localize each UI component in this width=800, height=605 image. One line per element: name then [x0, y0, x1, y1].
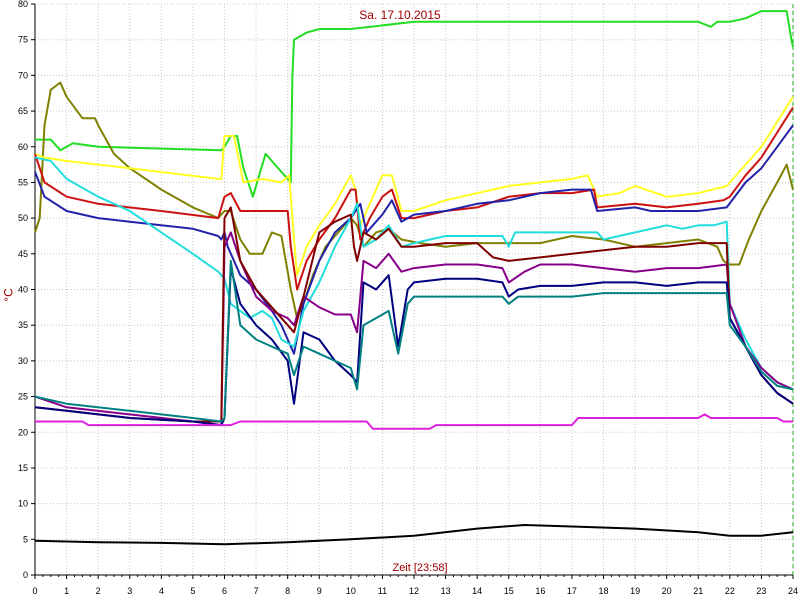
y-tick-label: 60	[18, 142, 28, 152]
y-tick-label: 5	[23, 534, 28, 544]
x-tick-label: 23	[756, 586, 766, 596]
x-tick-label: 10	[346, 586, 356, 596]
x-tick-label: 5	[190, 586, 195, 596]
x-tick-label: 16	[535, 586, 545, 596]
plot-area: 051015202530354045505560657075800 1 2 3 4 5 6 7…	[18, 0, 798, 596]
y-axis-label: °C	[1, 288, 16, 302]
y-tick-label: 30	[18, 356, 28, 366]
x-tick-label: 3	[127, 586, 132, 596]
y-tick-label: 10	[18, 499, 28, 509]
series-line-8	[34, 206, 794, 423]
x-tick-label: 21	[693, 586, 703, 596]
y-tick-label: 20	[18, 427, 28, 437]
chart-title: Sa. 17.10.2015	[359, 8, 441, 22]
y-tick-label: 40	[18, 285, 28, 295]
x-tick-label: 13	[441, 586, 451, 596]
x-tick-label: 24	[788, 586, 798, 596]
x-axis-label: Zeit [23:58]	[392, 562, 448, 574]
y-tick-label: 45	[18, 249, 28, 259]
y-tick-label: 65	[18, 106, 28, 116]
x-tick-label: 2	[96, 586, 101, 596]
x-tick-label: 17	[567, 586, 577, 596]
x-tick-label: 15	[504, 586, 514, 596]
x-tick-label: 12	[409, 586, 419, 596]
x-tick-label: 4	[159, 586, 164, 596]
x-tick-label: 20	[662, 586, 672, 596]
y-tick-label: 25	[18, 392, 28, 402]
x-tick-label: 22	[725, 586, 735, 596]
x-tick-label: 14	[472, 586, 482, 596]
y-tick-label: 50	[18, 213, 28, 223]
x-tick-label: 6	[222, 586, 227, 596]
x-tick-label: 18	[598, 586, 608, 596]
x-tick-label: 9	[317, 586, 322, 596]
x-tick-label: 1	[64, 586, 69, 596]
x-tick-label: 0	[32, 586, 37, 596]
x-tick-label: 19	[630, 586, 640, 596]
x-tick-label: 8	[285, 586, 290, 596]
y-tick-label: 15	[18, 463, 28, 473]
series-line-3	[34, 96, 794, 277]
y-tick-label: 55	[18, 177, 28, 187]
x-tick-label: 11	[378, 586, 387, 596]
y-tick-label: 70	[18, 70, 28, 80]
series-line-6	[34, 156, 794, 391]
y-tick-label: 75	[18, 35, 28, 45]
x-tick-label: 7	[254, 586, 259, 596]
chart: 0 5 10 15 20 25 30 35 40 45 50 55 60 65 70 75 80 0 1 2 3 4 5 6 7…	[0, 0, 800, 600]
y-tick-label: 35	[18, 320, 28, 330]
